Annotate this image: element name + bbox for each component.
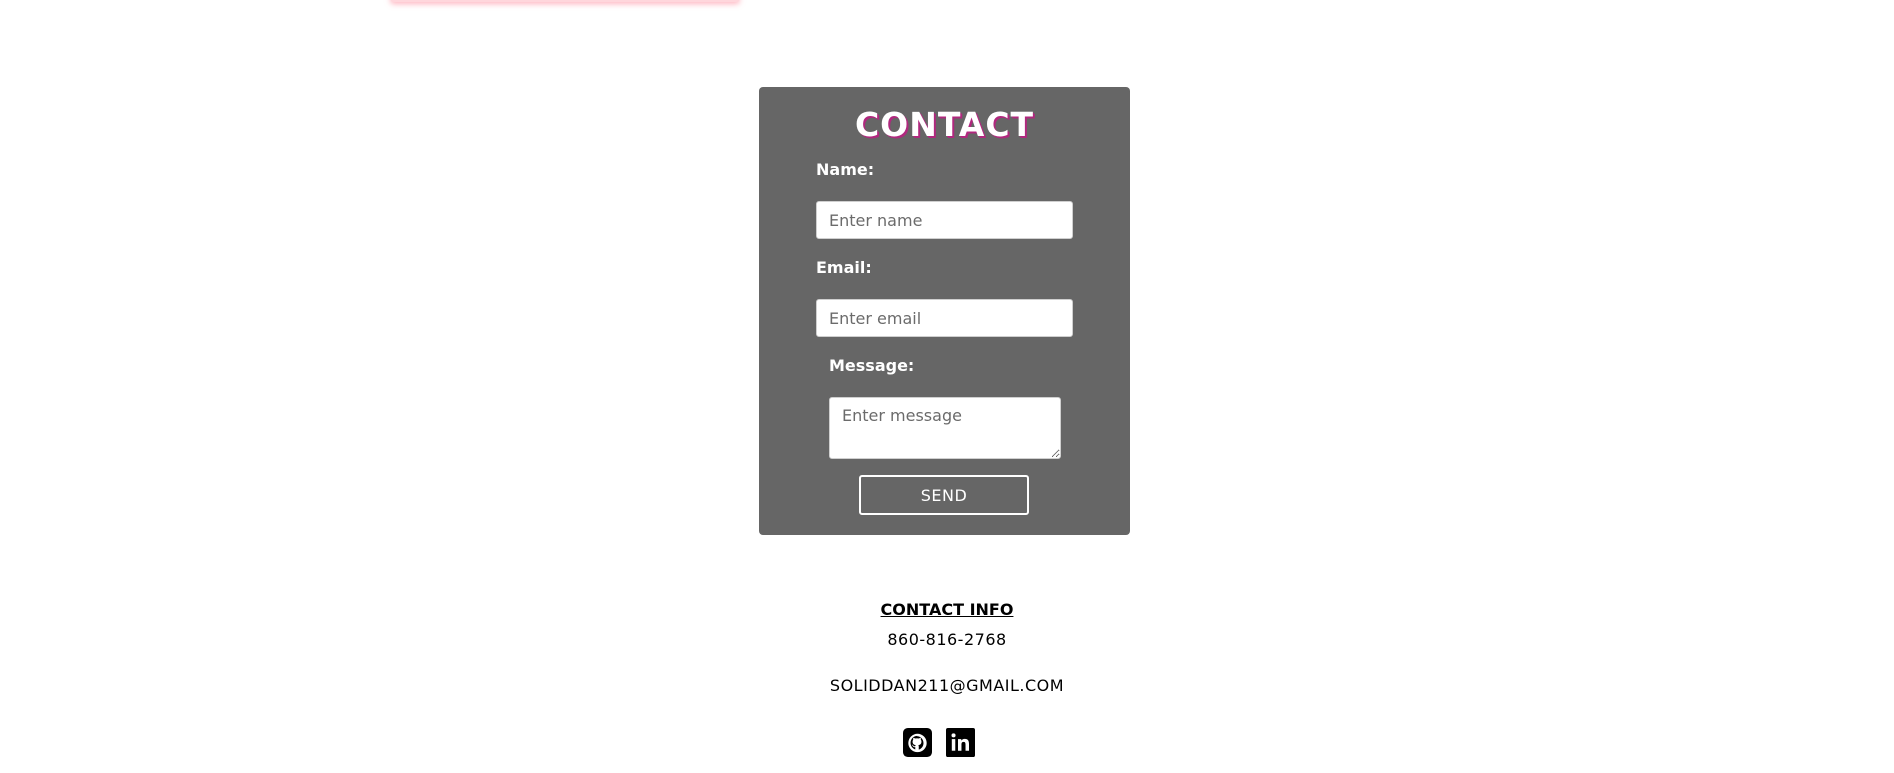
contact-title: CONTACT (854, 105, 1035, 144)
page: CONTACT Name: Email: Message: SEND CONTA… (0, 0, 1894, 773)
send-button[interactable]: SEND (859, 475, 1029, 515)
contact-info-heading: CONTACT INFO (880, 600, 1014, 619)
github-icon[interactable] (903, 728, 932, 757)
contact-form: CONTACT Name: Email: Message: SEND (759, 87, 1130, 535)
email-label: Email: (816, 258, 872, 277)
top-card-edge (390, 0, 740, 2)
social-links (903, 728, 975, 757)
name-input[interactable] (816, 201, 1073, 239)
name-label: Name: (816, 160, 875, 179)
email-input[interactable] (816, 299, 1073, 337)
contact-phone: 860-816-2768 (887, 630, 1007, 649)
linkedin-icon[interactable] (946, 728, 975, 757)
contact-email: SOLIDDAN211@GMAIL.COM (829, 676, 1065, 695)
message-textarea[interactable] (829, 397, 1061, 459)
message-label: Message: (829, 356, 915, 375)
